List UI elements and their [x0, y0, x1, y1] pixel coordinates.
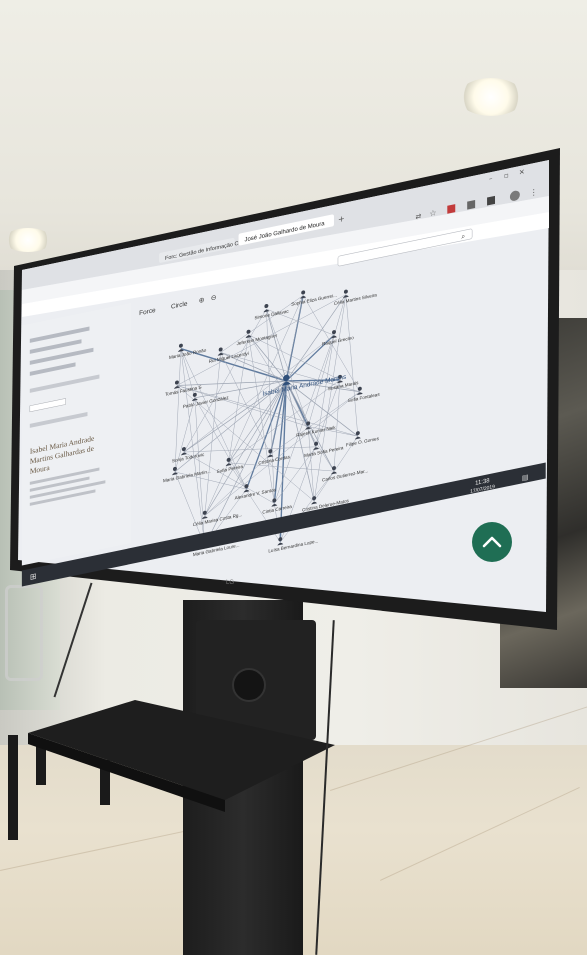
person-icon	[226, 457, 231, 462]
graph-node-label: Carlos Gutierrez-Mar...	[322, 468, 368, 482]
graph-edge	[285, 380, 315, 502]
minimize-icon[interactable]: –	[489, 173, 493, 183]
graph-node-label: Sophia Eliza Guerrei...	[291, 293, 337, 307]
person-icon	[268, 449, 273, 454]
translate-icon[interactable]: ⇄	[415, 211, 421, 221]
person-icon	[278, 537, 283, 542]
person-icon	[174, 380, 179, 385]
graph-node[interactable]: Sonja Todorovic	[172, 443, 205, 464]
windows-start-icon[interactable]: ⊞	[30, 572, 37, 582]
graph-edge	[345, 294, 359, 437]
person-icon	[272, 498, 277, 503]
graph-node-label: Simone Dallavac	[254, 308, 289, 320]
person-icon	[301, 290, 306, 295]
restore-icon[interactable]: ▫	[504, 170, 509, 180]
graph-edge	[307, 294, 347, 427]
graph-node-label: Maria Gabriela Martin...	[163, 469, 211, 484]
graph-node[interactable]: Sofia Pereira	[217, 455, 244, 475]
graph-node[interactable]: Rui Miguel Lacerdyi	[209, 342, 249, 364]
graph-node-label: Cintia Carreira	[262, 504, 292, 515]
search-icon[interactable]: ⌕	[461, 231, 465, 241]
close-icon[interactable]: ✕	[519, 167, 525, 177]
person-icon	[244, 484, 249, 489]
extension-icon[interactable]	[467, 200, 476, 210]
graph-node[interactable]: Simone Dallavac	[254, 299, 289, 321]
graph-node-label: Sofia Fontaleas	[348, 392, 380, 404]
graph-node[interactable]: Maria João Ronão	[169, 338, 207, 360]
graph-node[interactable]: Filipe O. Gomes	[346, 427, 380, 448]
graph-edge	[183, 451, 275, 504]
extension-icon[interactable]	[487, 195, 496, 206]
graph-node-label: Jeferson Montagner	[237, 333, 278, 346]
person-icon	[314, 441, 319, 446]
person-icon	[246, 329, 251, 334]
zoom-out-icon[interactable]: ⊖	[211, 292, 217, 302]
force-layout-button[interactable]: Force	[139, 307, 156, 317]
graph-node-label: Cristina Cordas	[258, 454, 290, 466]
graph-edge	[313, 294, 347, 502]
graph-node-label: Alexandre V. Santos	[235, 487, 277, 501]
person-icon	[355, 431, 360, 436]
circle-layout-button[interactable]: Circle	[171, 300, 188, 310]
scroll-top-button[interactable]	[472, 522, 512, 562]
new-tab-icon[interactable]: +	[338, 214, 345, 224]
graph-node-label: Pablo Javier González	[183, 395, 229, 410]
graph-node-label: Maria João Ronão	[169, 347, 207, 360]
graph-node-label: Filipe O. Gomes	[346, 436, 380, 448]
graph-node[interactable]: Raquel Greclno	[322, 326, 354, 347]
screen-content: Forc: Gestão de Informação Cie José João…	[21, 160, 549, 587]
tv-brand-logo: LG	[226, 580, 234, 586]
person-icon	[178, 343, 183, 348]
graph-node-label: Luísa Bernardina Lope...	[268, 538, 318, 553]
photo-scene: Forc: Gestão de Informação Cie José João…	[0, 0, 587, 955]
person-icon	[357, 386, 362, 391]
graph-node[interactable]: Célia Martins Silveira	[334, 283, 377, 306]
menu-kebab-icon[interactable]: ⋮	[530, 187, 538, 198]
graph-node-label: Sonja Todorovic	[172, 452, 205, 464]
graph-node-label: Célia Martins Silveira	[334, 292, 377, 306]
graph-node-label: Célia Marisa Costa Rg...	[193, 512, 242, 527]
graph-edge	[176, 385, 315, 502]
graph-edge	[248, 334, 281, 543]
person-icon	[343, 289, 348, 294]
person-icon	[218, 347, 223, 352]
person-icon	[264, 304, 269, 309]
zoom-in-icon[interactable]: ⊕	[199, 295, 205, 305]
bookmark-star-icon[interactable]: ☆	[429, 208, 436, 218]
notifications-icon[interactable]: ▤	[522, 472, 529, 482]
extension-icon[interactable]	[447, 204, 456, 214]
graph-node[interactable]: Cintia Carreira	[262, 495, 292, 515]
browser-address-bar	[22, 196, 549, 304]
person-icon	[331, 330, 336, 335]
